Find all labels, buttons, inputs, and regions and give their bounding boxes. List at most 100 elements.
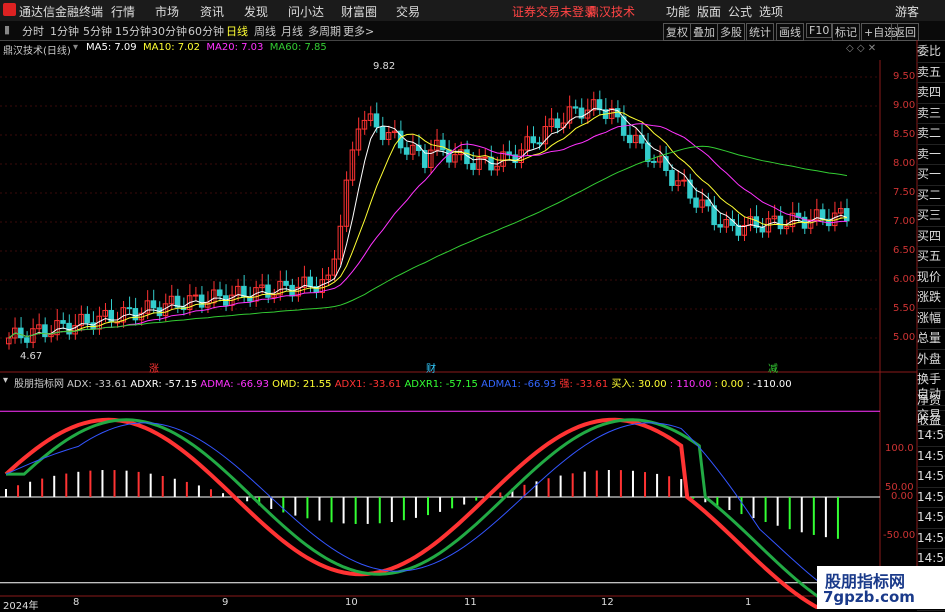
quote-field[interactable]: 买三 [917,206,945,227]
trade-field[interactable]: 14:56 [917,467,945,488]
menu-hq[interactable]: 行情 [111,3,135,20]
quote-field[interactable]: 买二 [917,186,945,206]
quote-field[interactable]: 委比 [917,42,945,63]
quote-field[interactable]: 总量 [917,329,945,350]
tool-f10[interactable]: F10 [806,23,833,38]
tool-overlay[interactable]: 叠加 [690,23,718,41]
trade-field[interactable]: 14:56 [917,488,945,508]
ind-tick: -50.00 [883,530,916,541]
price-tick: 8.50 [893,129,916,140]
event-mark-finance[interactable]: 财 [426,360,436,375]
app-logo-icon [3,3,16,16]
price-tick: 6.00 [893,274,916,285]
date-tick: 1 [745,597,752,608]
tool-draw[interactable]: 画线 [776,23,804,41]
indicator-legend-item: ADXR1: -57.15 [404,379,482,390]
period-1min[interactable]: 1分钟 [50,23,79,39]
date-tick: 8 [73,597,80,608]
indicator-legend-item: ADMA: -66.93 [200,379,273,390]
tool-fuquan[interactable]: 复权 [663,23,691,41]
menu-wealth[interactable]: 财富圈 [341,3,377,20]
ma20-label: MA20: 7.03 [206,42,264,53]
date-tick: 12 [601,597,614,608]
price-tick: 9.50 [893,71,916,82]
period-daily[interactable]: 日线 [226,23,248,39]
date-tick: 11 [464,597,477,608]
menu-market[interactable]: 市场 [155,3,179,20]
quote-field[interactable]: 卖四 [917,83,945,104]
quote-field[interactable]: 买五 [917,247,945,268]
indicator-legend: ADX: -33.61 ADXR: -57.15 ADMA: -66.93 OM… [67,375,792,390]
period-60min[interactable]: 60分钟 [188,23,224,39]
menu-news[interactable]: 资讯 [200,3,224,20]
quote-field[interactable]: 买四 [917,227,945,247]
watermark-line2: 7gpzb.com [823,588,915,606]
date-tick: 10 [345,597,358,608]
quote-field[interactable]: 涨幅 [917,309,945,329]
quote-panel: 委比 卖五 卖四 卖三 卖二 卖一 买一 买二 买三 买四 买五 现价 涨跌 涨幅 总量 外盘 换手 净资 收益 [917,42,945,432]
price-tick: 6.50 [893,245,916,256]
app-title: 通达信金融终端 [19,5,104,19]
quote-field[interactable]: 现价 [917,268,945,288]
period-multi[interactable]: 多周期 [308,23,341,39]
quote-field[interactable]: 涨跌 [917,288,945,309]
guest-label[interactable]: 游客 [895,3,919,20]
price-tick: 9.00 [893,100,916,111]
period-monthly[interactable]: 月线 [281,23,303,39]
period-15min[interactable]: 15分钟 [115,23,151,39]
toolbar-grip-icon: ▮ [4,23,11,36]
quote-field[interactable]: 卖一 [917,145,945,165]
ma5-label: MA5: 7.09 [86,42,137,53]
menu-discover[interactable]: 发现 [244,3,268,20]
indicator-legend-item: : 110.00 [669,379,715,390]
quote-field[interactable]: 卖二 [917,124,945,145]
period-fenshi[interactable]: 分时 [22,23,44,39]
date-tick: 2024年 [3,601,39,612]
indicator-title: 股朋指标网 [14,379,64,390]
trade-field[interactable]: 14:56 [917,447,945,467]
price-tick: 5.00 [893,332,916,343]
period-5min[interactable]: 5分钟 [83,23,112,39]
indicator-legend-item: 买入: 30.00 [611,379,670,390]
event-mark-up[interactable]: 涨 [149,360,159,375]
trade-field[interactable]: 14:56 [917,508,945,529]
price-tick: 7.50 [893,187,916,198]
date-tick: 9 [222,597,229,608]
indicator-legend-item: : 0.00 [714,379,747,390]
stock-name-notice: 鼎汉技术 [587,5,636,19]
quote-field[interactable]: 卖五 [917,63,945,83]
period-toolbar: ▮ 分时 1分钟 5分钟 15分钟 30分钟 60分钟 日线 周线 月线 多周期… [0,21,945,41]
menu-formula[interactable]: 公式 [728,3,752,20]
menu-xiaoda[interactable]: 问小达 [288,3,324,20]
price-tick: 8.00 [893,158,916,169]
event-mark-reduce[interactable]: 减 [768,360,778,375]
tool-mark[interactable]: 标记 [832,23,860,41]
tool-back[interactable]: 返回 [891,23,919,41]
period-more[interactable]: 更多> [343,23,374,39]
indicator-toggle-icon[interactable]: ▾ [3,375,8,386]
period-30min[interactable]: 30分钟 [151,23,187,39]
indicator-legend-item: ADXR: -57.15 [130,379,201,390]
kline-chart[interactable] [0,0,945,609]
trade-field[interactable]: 交易 [917,406,945,426]
login-notice[interactable]: 证券交易未登录 [512,3,596,20]
legend-toggle-icon[interactable]: ▾ [73,42,78,53]
trade-field[interactable]: 14:56 [917,426,945,447]
main-chart-title: 鼎汉技术(日线) [3,46,71,57]
indicator-legend-item: 强: -33.61 [559,379,612,390]
menu-func[interactable]: 功能 [666,3,690,20]
date-axis: 2024年 8 9 10 11 12 1 [0,597,917,612]
quote-field[interactable]: 卖三 [917,104,945,124]
quote-field[interactable]: 买一 [917,165,945,186]
indicator-legend-item: OMD: 21.55 [272,379,335,390]
trade-field[interactable]: 14:56 [917,529,945,549]
chart-close-icon[interactable]: ◇ ◇ ✕ [846,43,876,54]
tool-multistock[interactable]: 多股 [717,23,745,41]
quote-field[interactable]: 外盘 [917,350,945,370]
trade-field[interactable]: 自动 [917,385,945,406]
menu-options[interactable]: 选项 [759,3,783,20]
menu-trade[interactable]: 交易 [396,3,420,20]
period-weekly[interactable]: 周线 [254,23,276,39]
menu-layout[interactable]: 版面 [697,3,721,20]
tool-stats[interactable]: 统计 [746,23,774,41]
